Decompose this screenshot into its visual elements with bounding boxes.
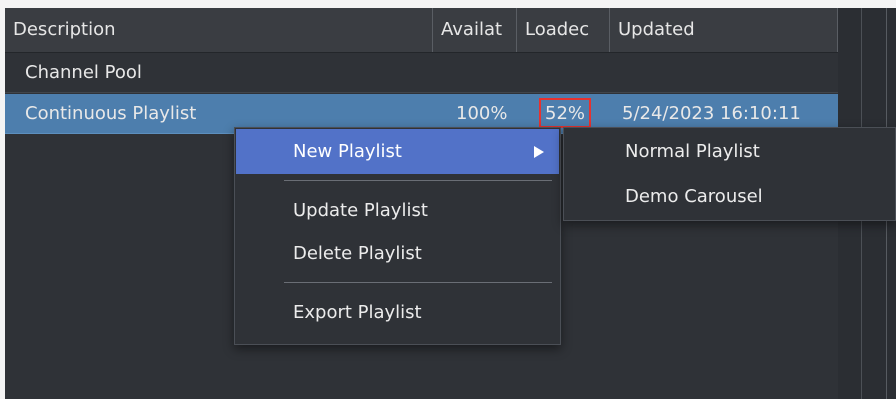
menu-item-new-playlist[interactable]: New Playlist [236,129,559,174]
row-description: Channel Pool [25,62,142,83]
menu-item-label: Export Playlist [293,302,422,323]
new-playlist-submenu: Normal Playlist Demo Carousel [563,127,896,221]
menu-item-label: Update Playlist [293,200,428,221]
menu-item-delete-playlist[interactable]: Delete Playlist [236,231,559,276]
chevron-right-icon [534,146,544,158]
column-header-available[interactable]: Availat [433,8,517,52]
table-row[interactable]: Channel Pool [5,53,838,93]
column-header-updated[interactable]: Updated [610,8,838,52]
submenu-item-label: Normal Playlist [625,141,760,162]
menu-item-update-playlist[interactable]: Update Playlist [236,188,559,233]
menu-item-label: New Playlist [293,141,402,162]
submenu-item-normal-playlist[interactable]: Normal Playlist [565,130,895,174]
menu-separator [284,180,552,181]
column-header-loaded[interactable]: Loadec [517,8,610,52]
menu-item-export-playlist[interactable]: Export Playlist [236,290,559,335]
row-loaded-highlight: 52% [539,98,592,128]
submenu-item-label: Demo Carousel [625,186,763,207]
submenu-item-demo-carousel[interactable]: Demo Carousel [565,175,895,219]
context-menu: New Playlist Update Playlist Delete Play… [234,127,561,345]
menu-separator [284,282,552,283]
application-window: Description Availat Loadec Updated Chann… [0,0,896,399]
menu-item-label: Delete Playlist [293,243,422,264]
row-description: Continuous Playlist [25,103,197,124]
grid-header: Description Availat Loadec Updated [5,8,896,53]
column-header-description[interactable]: Description [5,8,433,52]
